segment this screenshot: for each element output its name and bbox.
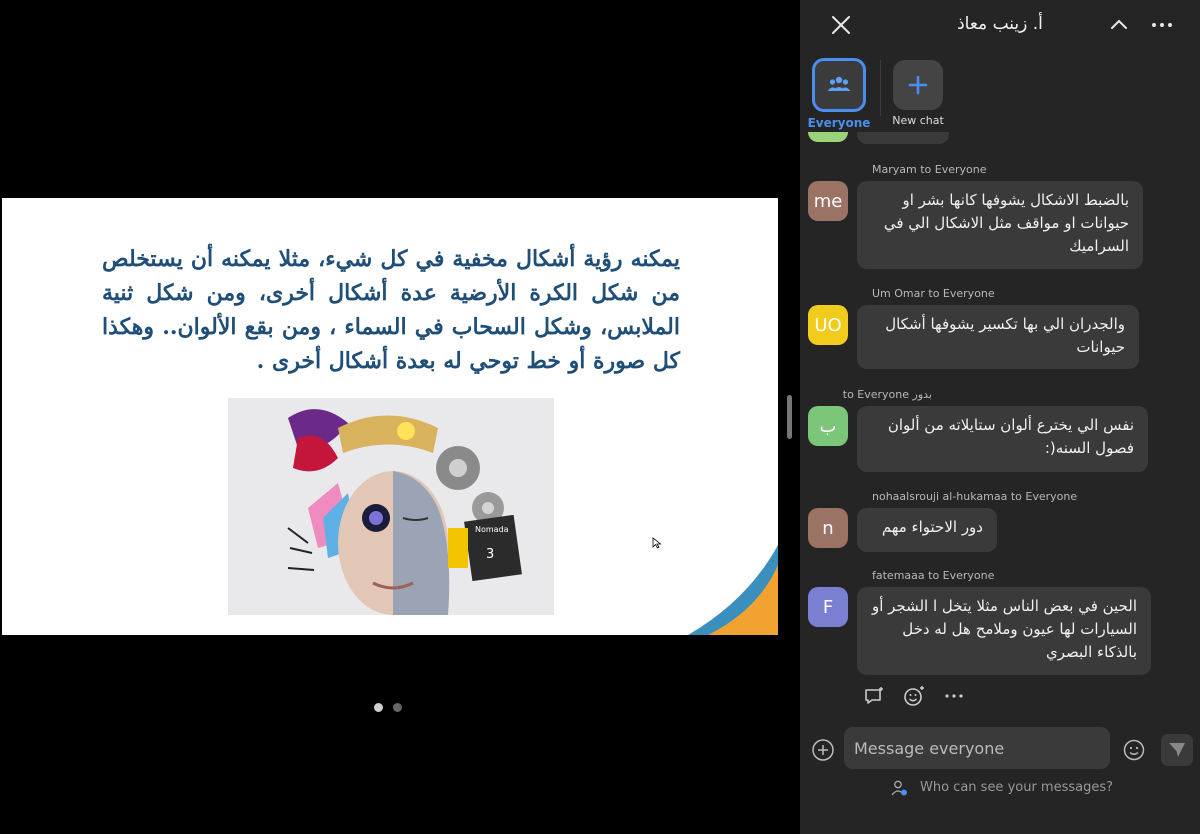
page-dot-2[interactable]: [393, 703, 402, 712]
message-actions: [862, 684, 966, 708]
message-text: دور الاحتواء مهم: [881, 518, 983, 536]
avatar: [808, 132, 848, 142]
add-reaction-icon[interactable]: [902, 684, 926, 708]
message-sender: بدور to Everyone: [842, 388, 932, 401]
emoji-icon[interactable]: [1122, 738, 1146, 762]
message-bubble[interactable]: الحين في بعض الناس مثلا يتخل ا الشجر أو …: [857, 587, 1151, 675]
message-text: الحين في بعض الناس مثلا يتخل ا الشجر أو …: [871, 597, 1137, 661]
panel-resize-handle[interactable]: [787, 395, 792, 439]
clapperboard-number: 3: [486, 547, 494, 562]
avatar[interactable]: n: [808, 508, 848, 548]
user-privacy-icon: [891, 780, 907, 796]
message-composer: [800, 726, 1200, 776]
add-attachment-icon[interactable]: [811, 738, 835, 762]
new-chat-label: New chat: [892, 114, 944, 127]
mouse-cursor-icon: [652, 537, 662, 549]
shared-screen: يمكنه رؤية أشكال مخفية في كل شيء، مثلا ي…: [0, 0, 782, 834]
slide-corner-decoration: [688, 545, 778, 635]
more-actions-icon[interactable]: [942, 684, 966, 708]
avatar[interactable]: ب: [808, 406, 848, 446]
chat-title: أ. زينب معاذ: [957, 14, 1043, 34]
divider: [880, 60, 881, 116]
message-bubble[interactable]: [857, 132, 949, 144]
slide-text: يمكنه رؤية أشكال مخفية في كل شيء، مثلا ي…: [102, 246, 680, 374]
message-text: والجدران الي بها تكسير يشوفها أشكال حيوا…: [885, 315, 1125, 356]
recipient-everyone-label: Everyone: [807, 116, 871, 130]
avatar-initials: F: [822, 596, 834, 618]
message-sender: fatemaaa to Everyone: [872, 569, 995, 582]
plus-icon: [908, 75, 928, 95]
avatar[interactable]: UO: [808, 305, 848, 345]
new-chat-button[interactable]: New chat: [883, 56, 953, 127]
avatar-initials: ب: [819, 415, 837, 437]
message-bubble[interactable]: بالضبط الاشكال يشوفها كانها بشر او حيوان…: [857, 181, 1143, 269]
avatar-initials: me: [813, 190, 843, 212]
privacy-info[interactable]: Who can see your messages?: [800, 778, 1200, 800]
chat-header: أ. زينب معاذ: [800, 0, 1200, 50]
message-sender: Um Omar to Everyone: [872, 287, 995, 300]
message-bubble[interactable]: والجدران الي بها تكسير يشوفها أشكال حيوا…: [857, 305, 1139, 369]
message-text: بالضبط الاشكال يشوفها كانها بشر او حيوان…: [883, 191, 1129, 255]
send-button[interactable]: [1161, 734, 1193, 766]
group-icon: [827, 76, 851, 91]
send-icon: [1169, 743, 1185, 757]
chat-panel: أ. زينب معاذ Everyone New chat Maryam to…: [800, 0, 1200, 834]
message-bubble[interactable]: دور الاحتواء مهم: [857, 508, 997, 552]
page-indicator[interactable]: [374, 703, 402, 712]
slide-illustration: Nomada 3: [228, 398, 554, 615]
more-options-icon[interactable]: [1150, 13, 1174, 37]
close-icon[interactable]: [828, 12, 854, 38]
recipient-everyone[interactable]: Everyone: [804, 56, 874, 130]
who-can-see-link[interactable]: Who can see your messages?: [920, 780, 1113, 795]
avatar-initials: UO: [814, 314, 842, 336]
chat-recipient-selector: Everyone New chat: [800, 56, 1200, 132]
message-input[interactable]: [844, 727, 1110, 769]
avatar[interactable]: F: [808, 587, 848, 627]
reply-in-thread-icon[interactable]: [862, 684, 886, 708]
message-sender: Maryam to Everyone: [872, 163, 987, 176]
avatar[interactable]: me: [808, 181, 848, 221]
message-text: نفس الي يخترع ألوان ستايلاته من ألوان فص…: [887, 416, 1134, 457]
page-dot-1[interactable]: [374, 703, 383, 712]
presentation-slide: يمكنه رؤية أشكال مخفية في كل شيء، مثلا ي…: [2, 198, 778, 635]
clapperboard-text: Nomada: [475, 525, 509, 534]
message-list[interactable]: Maryam to Everyone me بالضبط الاشكال يشو…: [800, 132, 1200, 714]
group-icon-box: [812, 58, 866, 112]
avatar-initials: n: [822, 517, 834, 539]
message-sender: nohaalsrouji al-hukamaa to Everyone: [872, 490, 1078, 503]
plus-icon-box: [893, 60, 943, 110]
message-bubble[interactable]: نفس الي يخترع ألوان ستايلاته من ألوان فص…: [857, 406, 1148, 472]
chevron-up-icon[interactable]: [1107, 13, 1131, 37]
